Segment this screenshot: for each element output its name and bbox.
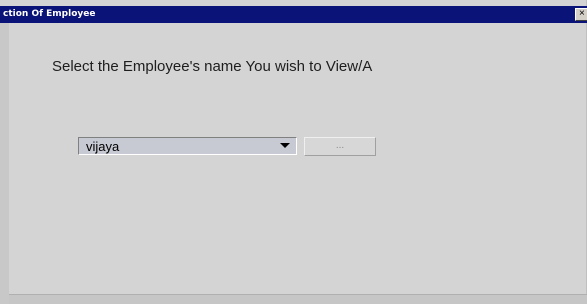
employee-select[interactable]: vijaya: [78, 137, 297, 155]
left-frame-edge: [0, 23, 9, 304]
employee-window: ction Of Employee × Select the Employee'…: [0, 0, 587, 304]
window-title: ction Of Employee: [3, 9, 96, 19]
dropdown-arrow-icon[interactable]: [280, 143, 290, 148]
employee-select-value: vijaya: [86, 139, 120, 154]
close-icon: ×: [579, 8, 585, 19]
instruction-text: Select the Employee's name You wish to V…: [52, 58, 373, 75]
ellipsis-button-label: ...: [335, 140, 345, 151]
ellipsis-button[interactable]: ...: [304, 137, 376, 156]
title-bar[interactable]: ction Of Employee ×: [0, 6, 587, 23]
close-button[interactable]: ×: [575, 8, 587, 21]
bottom-frame-edge: [9, 294, 587, 304]
